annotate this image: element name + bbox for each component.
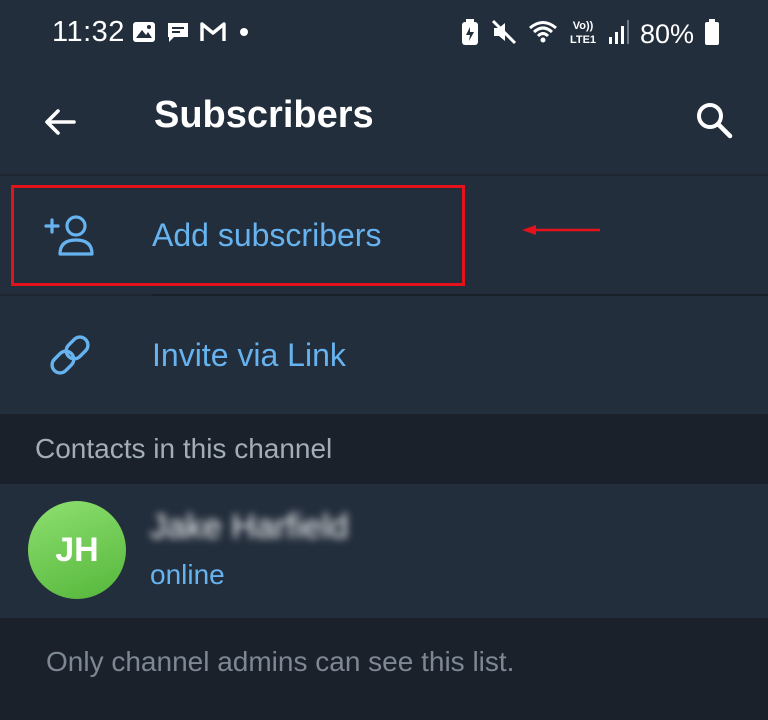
status-bar: 11:32 Vo)) LTE1 80% — [0, 0, 768, 70]
invite-via-link-label: Invite via Link — [152, 337, 346, 373]
contact-name: Jake Harfield — [150, 508, 349, 546]
svg-text:Vo)): Vo)) — [573, 20, 594, 32]
footer-area: Only channel admins can see this list. — [0, 618, 768, 720]
status-time: 11:32 — [52, 16, 125, 48]
contact-status: online — [150, 559, 225, 590]
list-item[interactable]: JH Jake Harfield online — [0, 484, 768, 618]
mute-icon — [490, 18, 518, 51]
app-bar: Subscribers — [0, 70, 768, 174]
section-header: Contacts in this channel — [0, 414, 768, 484]
image-icon — [132, 21, 156, 48]
search-button[interactable] — [684, 90, 744, 150]
message-icon — [166, 20, 190, 49]
highlight-box — [11, 185, 465, 286]
section-header-label: Contacts in this channel — [35, 433, 333, 464]
gmail-icon — [200, 21, 226, 48]
pointer-arrow — [522, 225, 600, 235]
battery-percentage: 80% — [639, 18, 694, 49]
avatar: JH — [28, 501, 126, 599]
volte-icon: Vo)) LTE1 — [568, 18, 598, 51]
footer-note: Only channel admins can see this list. — [46, 646, 515, 677]
signal-icon — [608, 19, 630, 50]
search-icon — [697, 103, 733, 139]
back-button[interactable] — [30, 92, 90, 152]
page-title: Subscribers — [154, 94, 374, 136]
link-icon — [40, 296, 100, 414]
dot-icon — [236, 24, 252, 45]
svg-text:LTE1: LTE1 — [570, 34, 596, 46]
arrow-left-icon — [45, 109, 76, 135]
invite-via-link-row[interactable]: Invite via Link — [0, 296, 768, 414]
battery-icon — [704, 18, 720, 51]
notification-icons — [132, 20, 252, 48]
system-status: Vo)) LTE1 80% — [460, 18, 720, 50]
battery-saver-icon — [460, 18, 480, 51]
wifi-icon — [528, 18, 558, 51]
